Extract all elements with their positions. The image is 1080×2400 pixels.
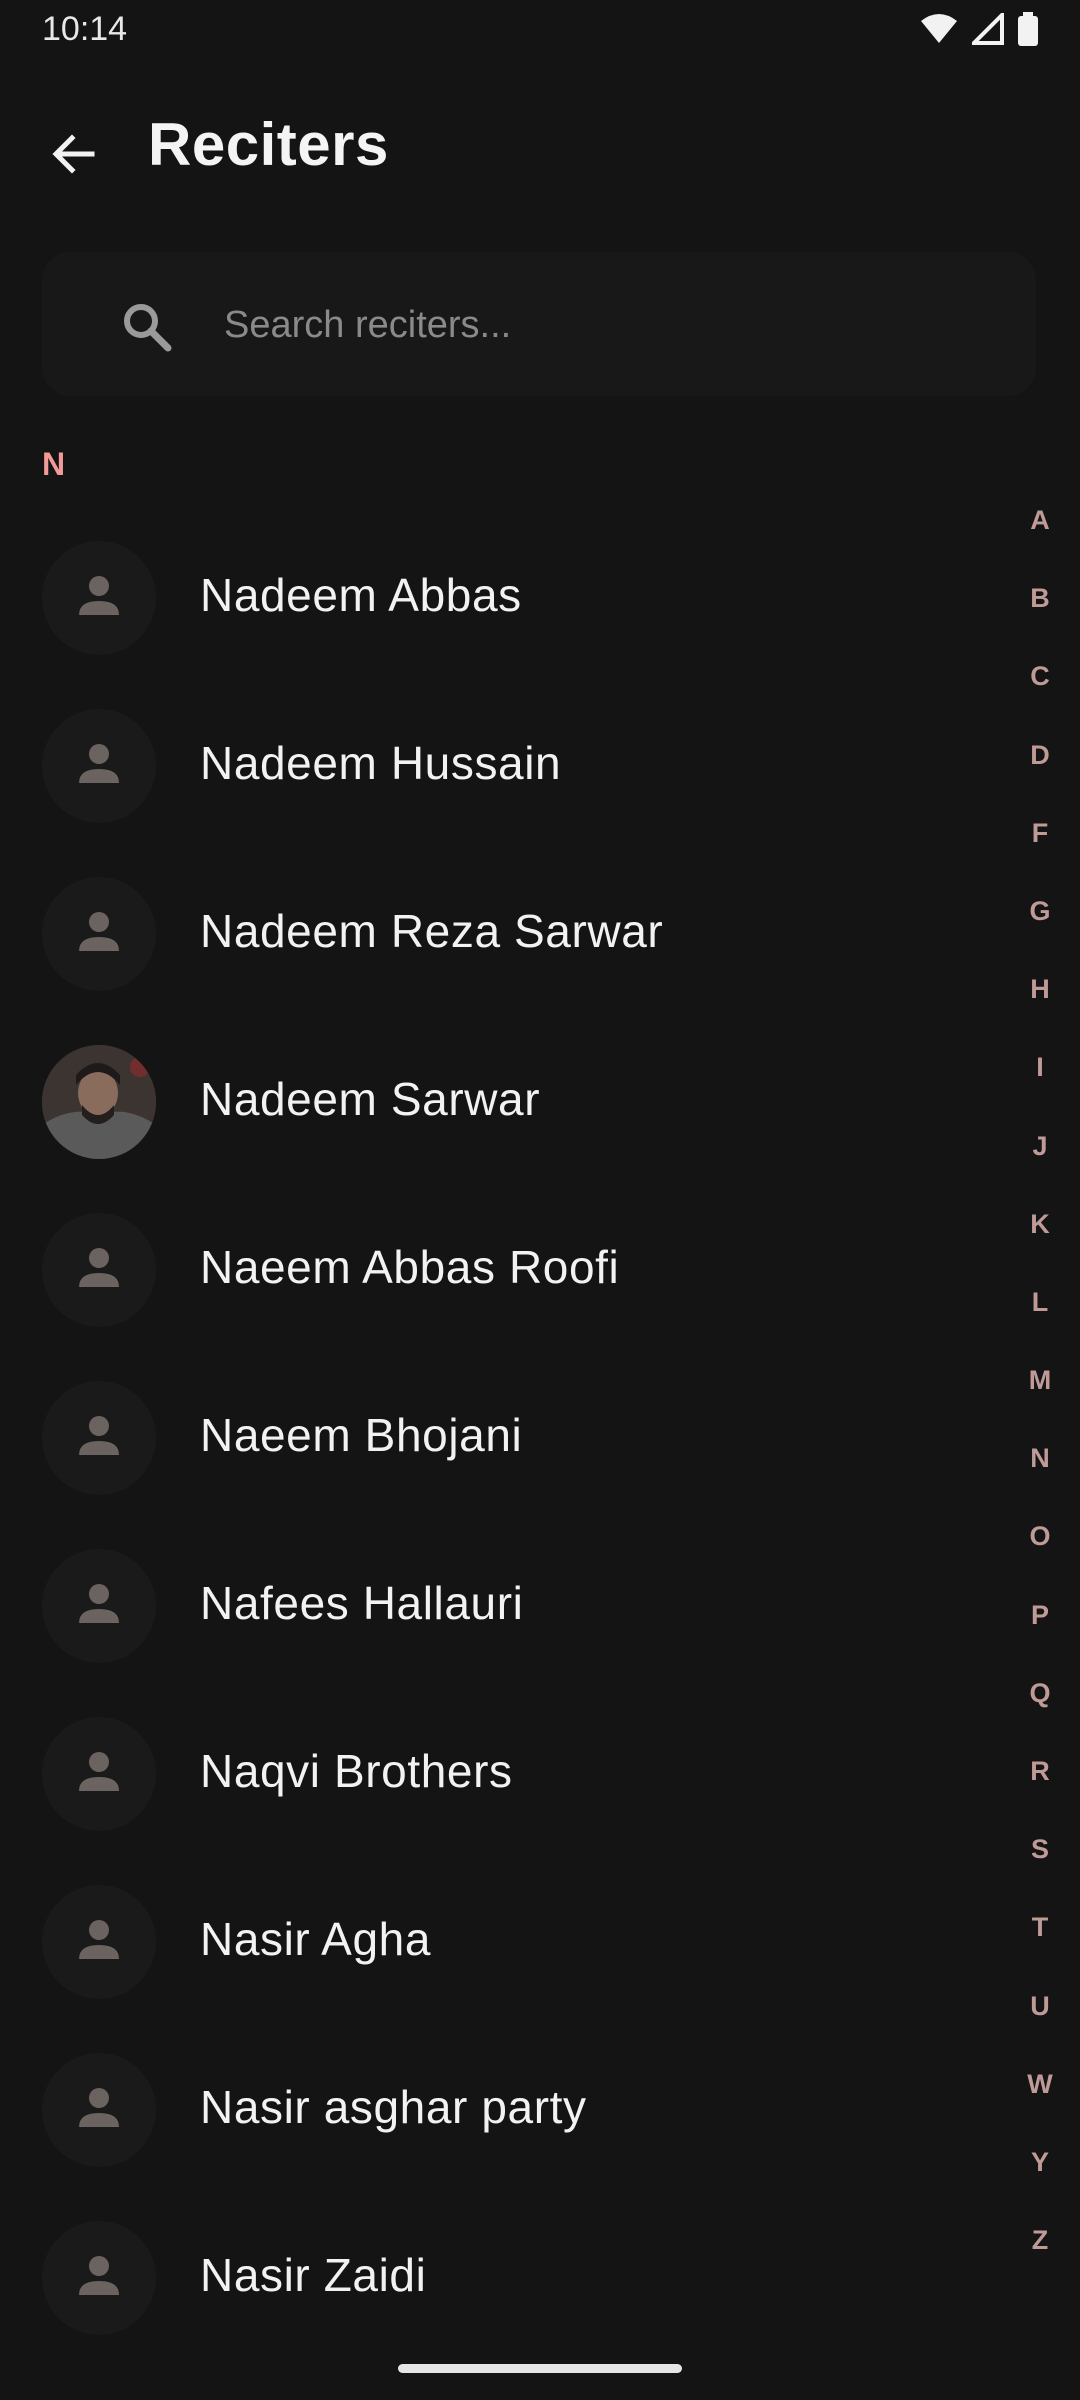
avatar bbox=[42, 1885, 156, 1999]
reciter-name: Nadeem Sarwar bbox=[200, 1073, 541, 1125]
reciter-name: Nasir Zaidi bbox=[200, 2249, 427, 2301]
alpha-index-letter[interactable]: H bbox=[1018, 959, 1062, 1037]
person-icon bbox=[74, 1747, 124, 1802]
avatar bbox=[42, 2053, 156, 2167]
avatar bbox=[42, 1213, 156, 1327]
alphabet-index[interactable]: A B C D F G H I J K L M N O P Q R S T U … bbox=[1018, 490, 1062, 2288]
alpha-index-letter[interactable]: F bbox=[1018, 803, 1062, 881]
status-icons bbox=[920, 10, 1038, 51]
avatar bbox=[42, 1717, 156, 1831]
reciter-name: Nasir Agha bbox=[200, 1913, 432, 1965]
alpha-index-letter[interactable]: U bbox=[1018, 1976, 1062, 2054]
alpha-index-letter[interactable]: O bbox=[1018, 1506, 1062, 1584]
section-header-letter: N bbox=[42, 446, 66, 482]
avatar bbox=[42, 2221, 156, 2335]
search-icon bbox=[120, 300, 172, 352]
search-input[interactable] bbox=[222, 288, 1006, 362]
wifi-icon bbox=[920, 13, 958, 50]
page-title: Reciters bbox=[148, 111, 389, 178]
avatar bbox=[42, 1549, 156, 1663]
signal-icon bbox=[969, 10, 1004, 50]
avatar-photo bbox=[42, 1045, 156, 1159]
list-item[interactable]: Nafees Hallauri bbox=[0, 1522, 1000, 1690]
list-item[interactable]: Nasir Zaidi bbox=[0, 2194, 1000, 2362]
person-icon bbox=[74, 907, 124, 962]
alpha-index-letter[interactable]: C bbox=[1018, 646, 1062, 724]
alpha-index-letter[interactable]: T bbox=[1018, 1897, 1062, 1975]
reciter-name: Naqvi Brothers bbox=[200, 1745, 513, 1797]
person-icon bbox=[74, 1579, 124, 1634]
reciter-name: Nafees Hallauri bbox=[200, 1577, 524, 1629]
alpha-index-letter[interactable]: G bbox=[1018, 881, 1062, 959]
person-icon bbox=[74, 1243, 124, 1298]
alpha-index-letter[interactable]: L bbox=[1018, 1272, 1062, 1350]
alpha-index-letter[interactable]: B bbox=[1018, 568, 1062, 646]
alpha-index-letter[interactable]: Q bbox=[1018, 1663, 1062, 1741]
alpha-index-letter[interactable]: Z bbox=[1018, 2210, 1062, 2288]
alpha-index-letter[interactable]: W bbox=[1018, 2054, 1062, 2132]
alpha-index-letter[interactable]: D bbox=[1018, 725, 1062, 803]
battery-icon bbox=[1018, 12, 1038, 51]
list-item[interactable]: Nasir Agha bbox=[0, 1858, 1000, 2026]
list-item[interactable]: Naeem Abbas Roofi bbox=[0, 1186, 1000, 1354]
reciter-name: Nasir asghar party bbox=[200, 2081, 587, 2133]
app-bar: Reciters bbox=[0, 80, 1080, 210]
person-icon bbox=[74, 2083, 124, 2138]
alpha-index-letter[interactable]: P bbox=[1018, 1585, 1062, 1663]
alpha-index-letter[interactable]: Y bbox=[1018, 2132, 1062, 2210]
list-item[interactable]: Nadeem Reza Sarwar bbox=[0, 850, 1000, 1018]
alpha-index-letter[interactable]: J bbox=[1018, 1116, 1062, 1194]
list-item[interactable]: Nadeem Sarwar bbox=[0, 1018, 1000, 1186]
avatar bbox=[42, 541, 156, 655]
alpha-index-letter[interactable]: K bbox=[1018, 1194, 1062, 1272]
person-icon bbox=[74, 571, 124, 626]
alpha-index-letter[interactable]: M bbox=[1018, 1350, 1062, 1428]
list-item[interactable]: Nadeem Abbas bbox=[0, 514, 1000, 682]
reciter-name: Nadeem Hussain bbox=[200, 737, 562, 789]
alpha-index-letter[interactable]: A bbox=[1018, 490, 1062, 568]
person-icon bbox=[74, 739, 124, 794]
list-item[interactable]: Nadeem Hussain bbox=[0, 682, 1000, 850]
home-indicator[interactable] bbox=[398, 2364, 682, 2373]
reciter-name: Nadeem Reza Sarwar bbox=[200, 905, 664, 957]
reciter-name: Naeem Bhojani bbox=[200, 1409, 523, 1461]
status-time: 10:14 bbox=[42, 10, 128, 48]
search-box[interactable] bbox=[42, 252, 1036, 396]
alpha-index-letter[interactable]: I bbox=[1018, 1037, 1062, 1115]
alpha-index-letter[interactable]: R bbox=[1018, 1741, 1062, 1819]
list-item[interactable]: Naeem Bhojani bbox=[0, 1354, 1000, 1522]
arrow-left-icon bbox=[50, 130, 98, 183]
person-icon bbox=[74, 2251, 124, 2306]
reciter-name: Nadeem Abbas bbox=[200, 569, 522, 621]
list-item[interactable]: Nasir asghar party bbox=[0, 2026, 1000, 2194]
reciter-photo bbox=[42, 1045, 156, 1159]
avatar bbox=[42, 709, 156, 823]
alpha-index-letter[interactable]: S bbox=[1018, 1819, 1062, 1897]
reciter-name: Naeem Abbas Roofi bbox=[200, 1241, 620, 1293]
alpha-index-letter[interactable]: N bbox=[1018, 1428, 1062, 1506]
person-icon bbox=[74, 1915, 124, 1970]
status-bar: 10:14 bbox=[0, 0, 1080, 60]
person-icon bbox=[74, 1411, 124, 1466]
avatar bbox=[42, 877, 156, 991]
avatar bbox=[42, 1381, 156, 1495]
back-button[interactable] bbox=[34, 116, 114, 196]
list-item[interactable]: Naqvi Brothers bbox=[0, 1690, 1000, 1858]
